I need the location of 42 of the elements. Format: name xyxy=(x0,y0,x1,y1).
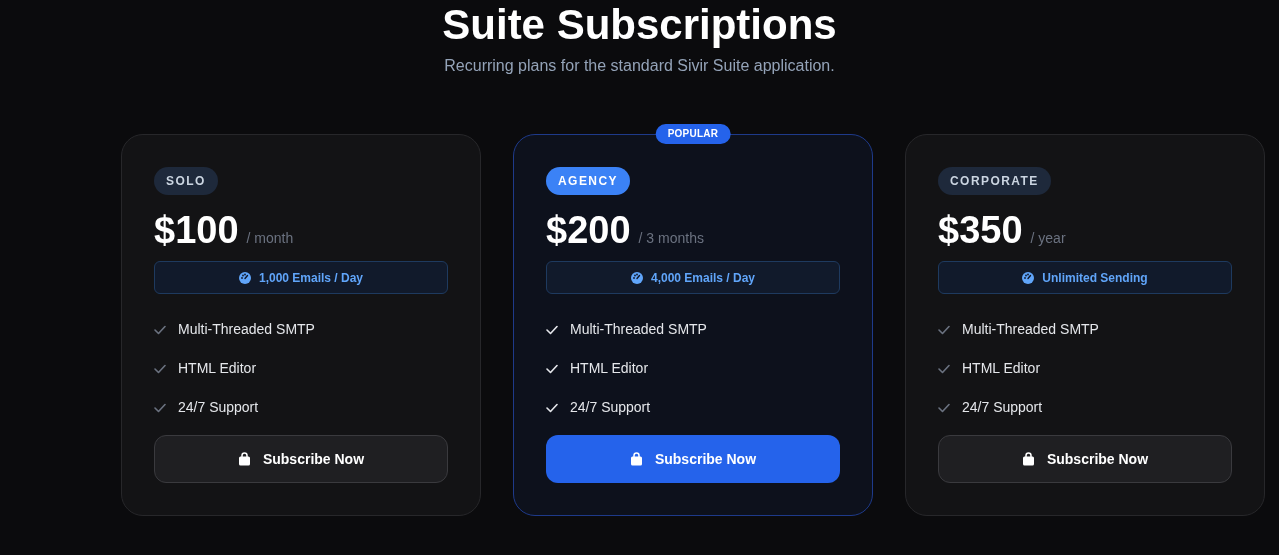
subscribe-button[interactable]: Subscribe Now xyxy=(154,435,448,483)
sending-limit: 4,000 Emails / Day xyxy=(650,269,756,287)
feature-text: 24/7 Support xyxy=(178,398,259,417)
check-icon xyxy=(546,402,558,413)
feature-text: Multi-Threaded SMTP xyxy=(178,320,315,339)
gauge-icon xyxy=(238,271,251,284)
plan-tag: SOLO xyxy=(154,167,218,195)
billing-period: / year xyxy=(1030,229,1066,248)
shopping-bag-icon xyxy=(629,452,643,466)
price: $200 xyxy=(546,211,631,249)
gauge-icon xyxy=(630,271,643,284)
billing-period: / month xyxy=(246,229,294,248)
check-icon xyxy=(938,324,950,335)
feature-text: HTML Editor xyxy=(962,359,1041,378)
check-icon xyxy=(546,324,558,335)
check-icon xyxy=(938,363,950,374)
check-icon xyxy=(938,402,950,413)
check-icon xyxy=(154,324,166,335)
shopping-bag-icon xyxy=(1021,452,1035,466)
subscribe-button[interactable]: Subscribe Now xyxy=(546,435,840,483)
shopping-bag-icon xyxy=(237,452,251,466)
page-title: Suite Subscriptions xyxy=(442,0,837,50)
price: $350 xyxy=(938,211,1023,249)
page-subtitle: Recurring plans for the standard Sivir Suite application. xyxy=(444,56,835,76)
price: $100 xyxy=(154,211,239,249)
plan-tag: CORPORATE xyxy=(938,167,1051,195)
feature-text: 24/7 Support xyxy=(570,398,651,417)
check-icon xyxy=(546,363,558,374)
feature-text: Multi-Threaded SMTP xyxy=(962,320,1099,339)
subscribe-button[interactable]: Subscribe Now xyxy=(938,435,1232,483)
check-icon xyxy=(154,402,166,413)
popular-badge: POPULAR xyxy=(655,124,731,144)
sending-limit: 1,000 Emails / Day xyxy=(258,269,364,287)
check-icon xyxy=(154,363,166,374)
feature-text: Multi-Threaded SMTP xyxy=(570,320,707,339)
feature-text: HTML Editor xyxy=(178,359,257,378)
billing-period: / 3 months xyxy=(638,229,704,248)
feature-text: 24/7 Support xyxy=(962,398,1043,417)
feature-text: HTML Editor xyxy=(570,359,649,378)
gauge-icon xyxy=(1022,271,1035,284)
sending-limit: Unlimited Sending xyxy=(1042,269,1148,287)
plan-tag: AGENCY xyxy=(546,167,630,195)
